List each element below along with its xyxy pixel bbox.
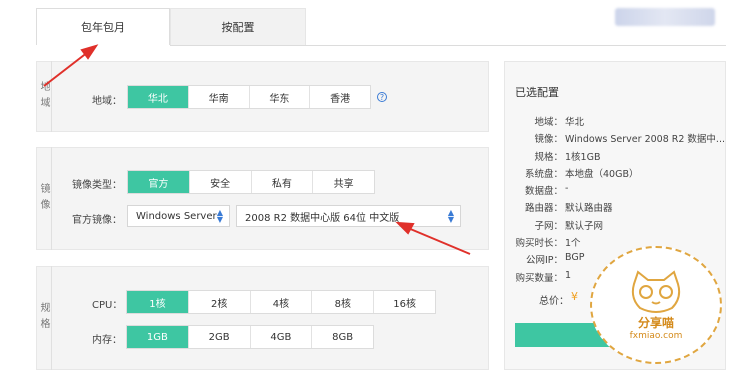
arrow-head (395, 221, 415, 235)
arrow-to-version-select (407, 227, 471, 255)
annotation-arrows (43, 44, 471, 255)
arrow-to-tab (43, 51, 89, 87)
